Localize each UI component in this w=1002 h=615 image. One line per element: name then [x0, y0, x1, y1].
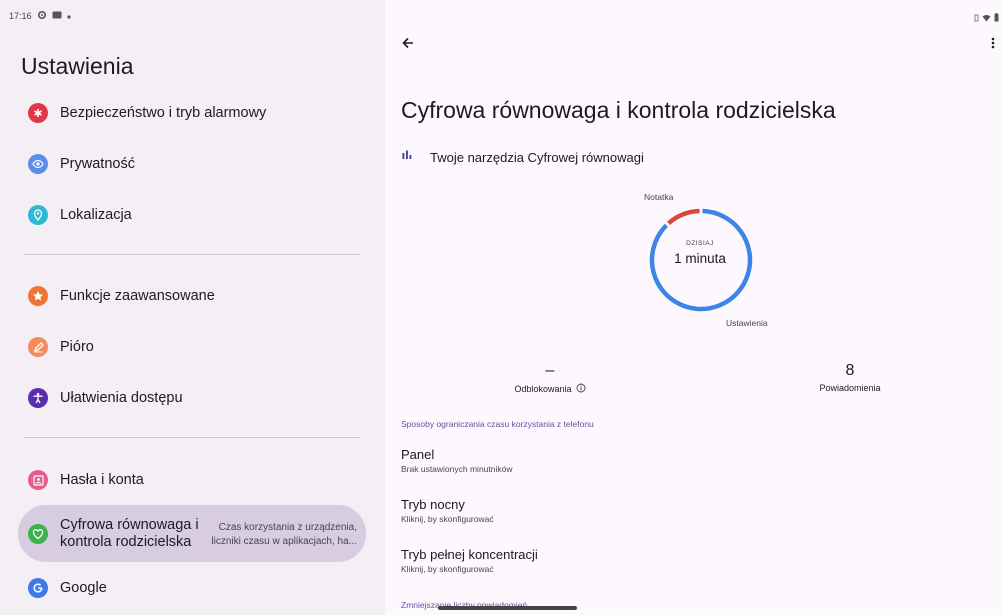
asterisk-icon	[28, 103, 48, 123]
settings-item-label: Cyfrowa równowaga i kontrola rodzicielsk…	[60, 516, 199, 550]
unlocks-value: –	[545, 362, 555, 379]
row-focus-subtitle: Kliknij, by skonfigurować	[401, 564, 494, 574]
notifications-stat[interactable]: 8 Powiadomienia	[790, 362, 910, 393]
donut-value: 1 minuta	[674, 251, 726, 266]
eye-icon	[28, 154, 48, 174]
notifications-value: 8	[845, 362, 855, 379]
wellbeing-tools-label: Twoje narzędzia Cyfrowej równowagi	[430, 149, 644, 165]
divider	[24, 437, 360, 438]
settings-item-subtitle: Czas korzystania z urządzenia, liczniki …	[211, 522, 357, 547]
wellbeing-tools-header[interactable]: Twoje narzędzia Cyfrowej równowagi	[401, 148, 644, 166]
row-bedtime-title[interactable]: Tryb nocny	[401, 497, 465, 512]
settings-item-advanced[interactable]: Funkcje zaawansowane	[18, 272, 366, 320]
battery-status-icon	[994, 9, 999, 27]
row-focus-title[interactable]: Tryb pełnej koncentracji	[401, 547, 538, 562]
settings-pane: 17:16 Ustawienia Bezpieczeństwo i tryb a…	[0, 0, 385, 615]
settings-item-passwords[interactable]: Hasła i konta	[18, 456, 366, 504]
heart-leaf-icon	[28, 523, 48, 544]
settings-item-location[interactable]: Lokalizacja	[18, 191, 366, 239]
settings-item-label: Funkcje zaawansowane	[60, 288, 215, 304]
section-header-limits: Sposoby ograniczania czasu korzystania z…	[401, 419, 594, 429]
bar-chart-icon	[401, 148, 413, 166]
slice-label-settings: Ustawienia	[726, 318, 768, 328]
settings-item-label: Pióro	[60, 339, 94, 355]
home-indicator[interactable]	[438, 606, 577, 610]
back-arrow-icon[interactable]	[401, 36, 415, 55]
settings-item-label: Prywatność	[60, 156, 135, 172]
info-icon[interactable]	[576, 383, 586, 395]
row-panel-subtitle: Brak ustawionych minutników	[401, 464, 513, 474]
settings-item-digital-wellbeing[interactable]: Cyfrowa równowaga i kontrola rodzicielsk…	[18, 505, 366, 562]
donut-slice-0[interactable]	[667, 208, 700, 226]
more-vert-icon[interactable]	[991, 36, 995, 55]
settings-item-privacy[interactable]: Prywatność	[18, 140, 366, 188]
settings-item-security[interactable]: Bezpieczeństwo i tryb alarmowy	[18, 89, 366, 137]
account-box-icon	[28, 470, 48, 490]
unlocks-label: Odblokowania	[514, 384, 572, 394]
settings-item-accessibility[interactable]: Ułatwienia dostępu	[18, 374, 366, 422]
row-bedtime-subtitle: Kliknij, by skonfigurować	[401, 514, 494, 524]
row-panel-title[interactable]: Panel	[401, 447, 434, 462]
settings-title: Ustawienia	[21, 53, 134, 79]
message-status-icon	[52, 11, 62, 21]
settings-item-label: Ułatwienia dostępu	[60, 390, 183, 406]
google-icon	[28, 578, 48, 598]
settings-item-label: Google	[60, 580, 107, 596]
location-pin-icon	[28, 205, 48, 225]
status-bar: 17:16	[9, 10, 71, 22]
settings-item-label: Hasła i konta	[60, 472, 144, 488]
page-title: Cyfrowa równowaga i kontrola rodzicielsk…	[401, 97, 836, 123]
donut-caption: DZISIAJ	[686, 240, 714, 247]
gear-status-icon	[37, 10, 47, 22]
status-time: 17:16	[9, 11, 32, 21]
wifi-status-icon	[982, 9, 991, 27]
divider	[24, 254, 360, 255]
settings-item-pen[interactable]: Pióro	[18, 323, 366, 371]
dot-status-icon	[66, 11, 71, 21]
slice-label-note: Notatka	[644, 192, 674, 202]
notifications-label: Powiadomienia	[819, 383, 881, 393]
status-icons	[974, 9, 999, 27]
star-icon	[28, 286, 48, 306]
vibrate-status-icon	[974, 9, 979, 27]
settings-item-label: Bezpieczeństwo i tryb alarmowy	[60, 105, 267, 121]
pen-icon	[28, 337, 48, 357]
settings-item-google[interactable]: Google	[18, 564, 366, 612]
unlocks-stat[interactable]: – Odblokowania	[480, 362, 620, 395]
accessibility-icon	[28, 388, 48, 408]
settings-item-label: Lokalizacja	[60, 207, 132, 223]
